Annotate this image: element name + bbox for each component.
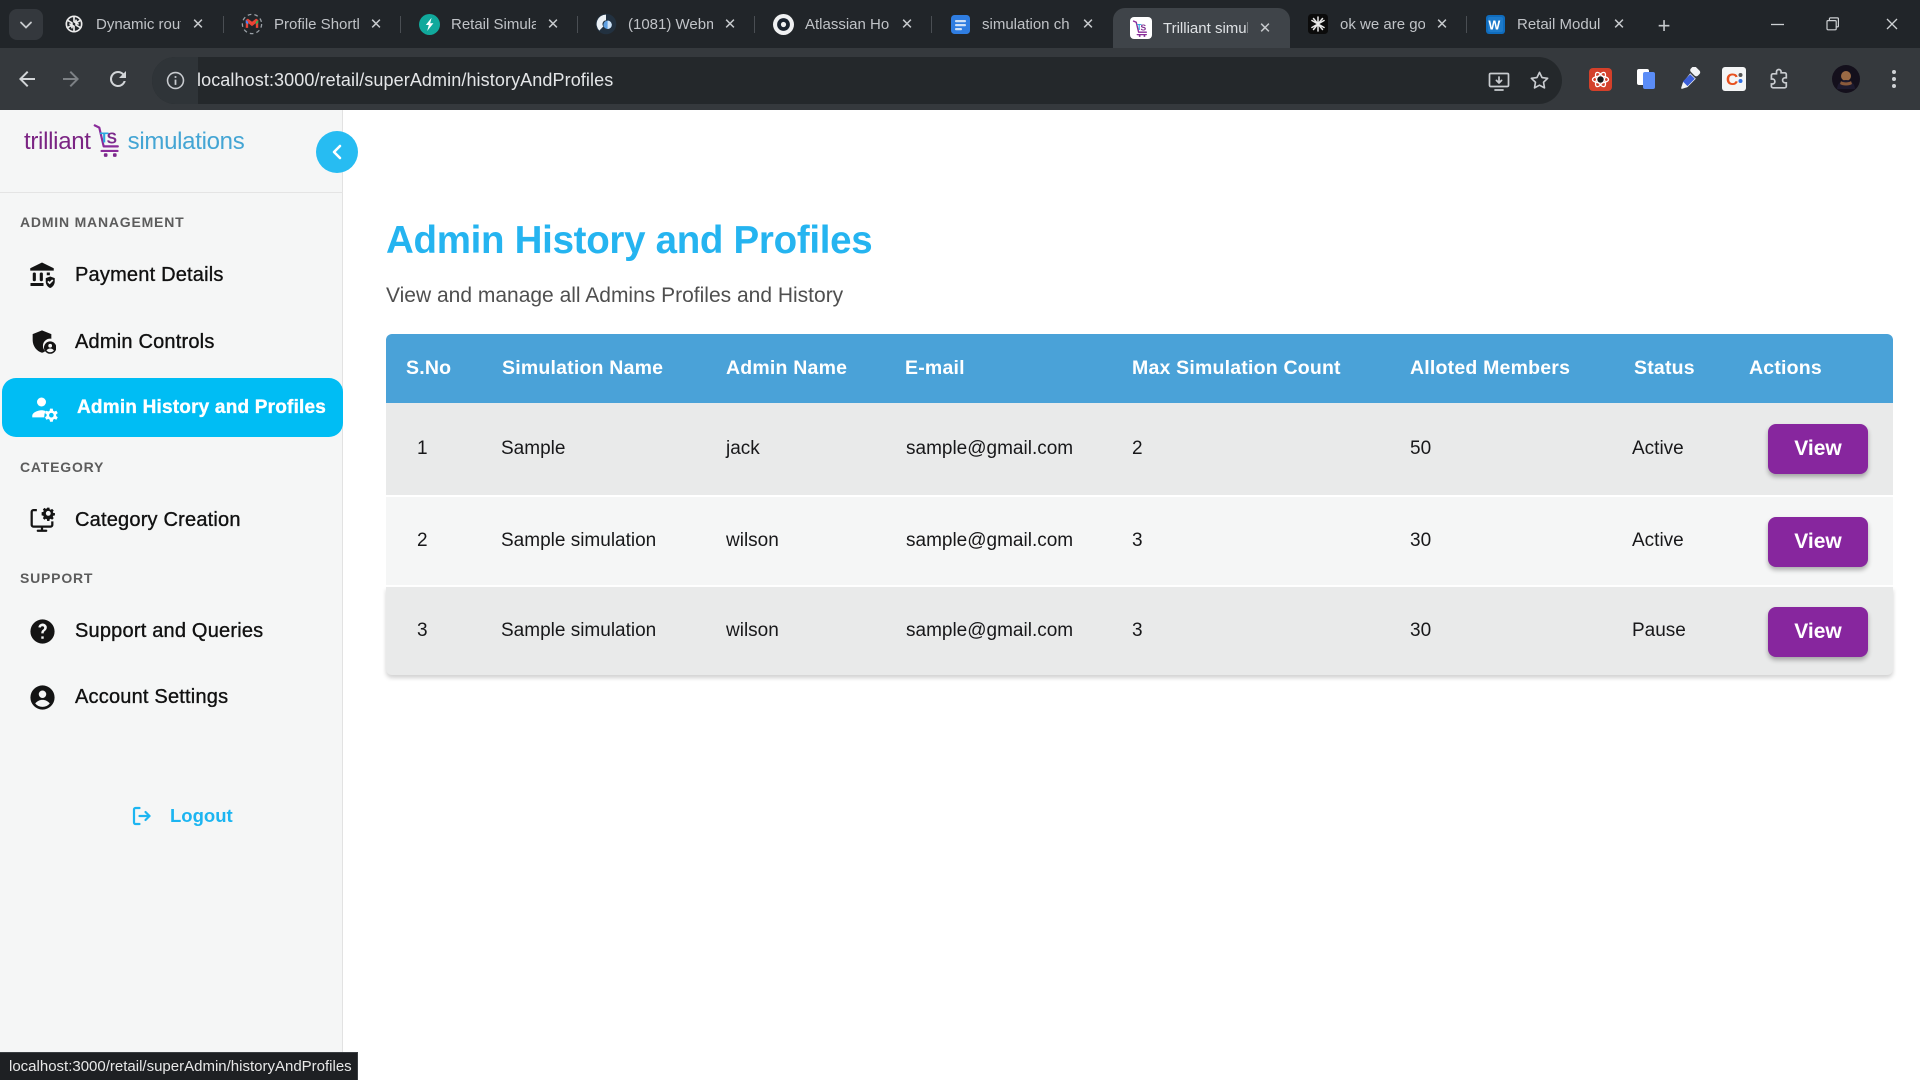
svg-text:C: C: [1726, 70, 1738, 89]
svg-text:S: S: [106, 130, 116, 147]
svg-text:S: S: [1140, 23, 1146, 33]
svg-text:W: W: [1488, 18, 1500, 32]
